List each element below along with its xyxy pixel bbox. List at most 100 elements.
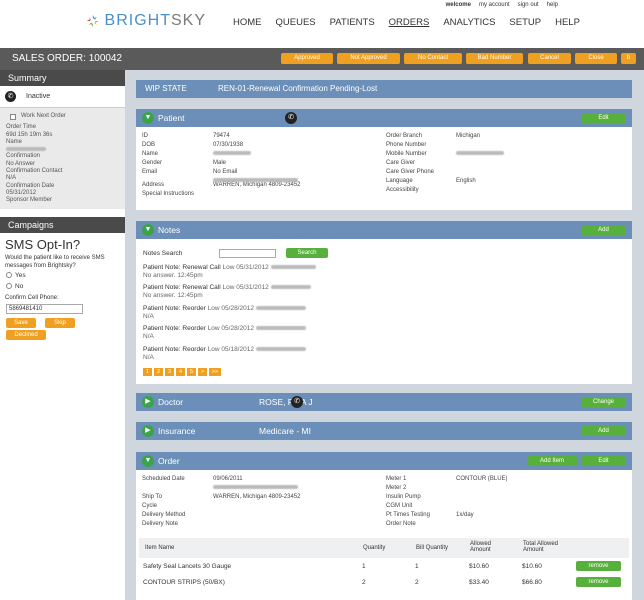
page-3[interactable]: 3 [165,368,174,376]
confirm-phone-input[interactable]: 5869481410 [6,303,83,314]
patient-edit-button[interactable]: Edit [581,113,626,123]
gender-label: Gender [142,160,163,166]
order-right-labels: Meter 1 Meter 2 Insulin Pump CGM Unit Pt… [386,475,456,529]
nav-analytics[interactable]: ANALYTICS [443,17,495,28]
phone-icon[interactable]: ✆ [5,91,16,102]
col-quantity: Quantity [363,545,386,551]
skip-button[interactable]: Skip [44,317,75,328]
campaigns-header: Campaigns [0,216,125,233]
bad-number-button[interactable]: Bad Number [466,53,523,64]
order-panel-header[interactable]: ▼ Order Add Item Edit [136,452,632,470]
main-content: WIP STATE REN-01-Renewal Confirmation Pe… [125,70,644,600]
notes-add-button[interactable]: Add [581,225,626,235]
work-next-order-checkbox[interactable] [10,113,16,120]
nav-help[interactable]: HELP [555,17,580,28]
patient-left-values: 79474 07/30/1938 Male No Email WARREN, M… [213,132,353,190]
phone-icon[interactable]: ✆ [291,396,303,408]
page-4[interactable]: 4 [176,368,185,376]
special-instructions-label: Special Instructions [142,191,195,197]
insurance-panel-header[interactable]: ▶ Insurance Medicare - MI Add [136,422,632,440]
sign-out-link[interactable]: sign out [518,2,539,8]
note-item[interactable]: Patient Note: Renewal Call Low 05/31/201… [143,264,316,280]
note-item[interactable]: Patient Note: Reorder Low 05/28/2012 N/A [143,305,306,321]
order-left-labels: Scheduled Date Ship To Cycle Delivery Me… [142,475,212,529]
notes-search-input[interactable] [219,249,276,258]
sidebar: Summary ✆ Inactive Work Next Order Order… [0,70,125,600]
approved-button[interactable]: Approved [281,53,333,64]
expand-icon[interactable]: ▶ [142,425,154,437]
not-approved-button[interactable]: Not Approved [337,53,400,64]
expand-icon[interactable]: ▼ [142,224,154,236]
notes-panel-header[interactable]: ▼ Notes Add [136,221,632,239]
sponsor-member-label: Sponsor Member [6,197,53,204]
patient-left-labels: ID DOB Name Gender Email Address Special… [142,132,202,199]
cancel-button[interactable]: Cancel [528,53,571,64]
insulin-pump-label: Insulin Pump [386,494,421,500]
dob-label: DOB [142,142,156,148]
sms-yes-option[interactable]: Yes [0,270,125,281]
confirm-phone-label: Confirm Cell Phone: [5,294,59,301]
delivery-method-label: Delivery Method [142,512,186,518]
expand-icon[interactable]: ▼ [142,112,154,124]
name-label: Name [6,138,23,145]
close-button[interactable]: Close [575,53,617,64]
no-contact-button[interactable]: No Contact [404,53,462,64]
nav-patients[interactable]: PATIENTS [330,17,375,28]
nav-queues[interactable]: QUEUES [276,17,316,28]
page-1[interactable]: 1 [143,368,152,376]
help-link[interactable]: help [547,2,558,8]
work-next-order-checkbox-row[interactable]: Work Next Order [6,110,119,124]
remove-button[interactable]: remove [576,577,621,587]
status-row: ✆ Inactive [0,86,125,108]
sms-no-option[interactable]: No [0,281,125,292]
status-text: Inactive [26,93,51,100]
item-allowed: $33.40 [469,579,489,586]
insurance-add-button[interactable]: Add [581,426,626,436]
pt-times-testing-value: 1x/day [456,512,474,518]
expand-icon[interactable]: ▼ [142,455,154,467]
logo[interactable]: BRIGHTSKY [86,9,206,33]
note-item[interactable]: Patient Note: Renewal Call Low 05/31/201… [143,284,311,300]
doctor-panel-header[interactable]: ▶ Doctor ROSE, RITA J ✆ Change [136,393,632,411]
scheduled-date-value: 09/06/2011 [213,476,243,482]
declined-button[interactable]: Declined [6,329,46,340]
note-item[interactable]: Patient Note: Reorder Low 05/28/2012 N/A [143,325,306,341]
order-note-label: Order Note [386,521,416,527]
name-value-redacted [6,146,119,153]
notes-search-button[interactable]: Search [286,248,328,258]
note-meta: Low 05/31/2012 [222,264,269,271]
no-radio[interactable] [6,283,12,290]
note-item[interactable]: Patient Note: Reorder Low 05/18/2012 N/A [143,346,306,362]
page-2[interactable]: 2 [154,368,163,376]
name-value-redacted [213,150,353,159]
confirmation-date-value: 05/31/2012 [6,189,37,196]
nav-setup[interactable]: SETUP [509,17,541,28]
nav-orders[interactable]: ORDERS [389,17,430,28]
save-button[interactable]: Save [6,317,36,328]
nav-home[interactable]: HOME [233,17,262,28]
ship-to-label: Ship To [142,494,162,500]
doctor-change-button[interactable]: Change [581,397,626,407]
page-5[interactable]: 5 [187,368,196,376]
care-giver-phone-label: Care Giver Phone [386,169,435,175]
my-account-link[interactable]: my account [479,2,510,8]
sms-question: Would the patient like to receive SMS me… [5,254,105,269]
page-last[interactable]: >> [209,368,221,376]
item-name: Safety Seal Lancets 30 Gauge [143,563,232,570]
patient-panel-header[interactable]: ▼ Patient ✆ Edit [136,109,632,127]
extra-button[interactable]: b [621,53,636,64]
mobile-number-label: Mobile Number [386,151,427,157]
remove-button[interactable]: remove [576,561,621,571]
phone-icon[interactable]: ✆ [285,112,297,124]
page-next[interactable]: > [198,368,207,376]
order-edit-button[interactable]: Edit [581,456,626,466]
redacted [270,285,311,290]
note-meta: Low 05/28/2012 [207,325,254,332]
redacted [255,347,306,352]
add-item-button[interactable]: Add Item [527,456,577,466]
expand-icon[interactable]: ▶ [142,396,154,408]
order-right-values: CONTOUR (BLUE) 1x/day [456,475,546,520]
yes-radio[interactable] [6,272,12,279]
wip-state-label: WIP STATE [145,84,187,93]
work-next-order-label: Work Next Order [21,113,66,119]
